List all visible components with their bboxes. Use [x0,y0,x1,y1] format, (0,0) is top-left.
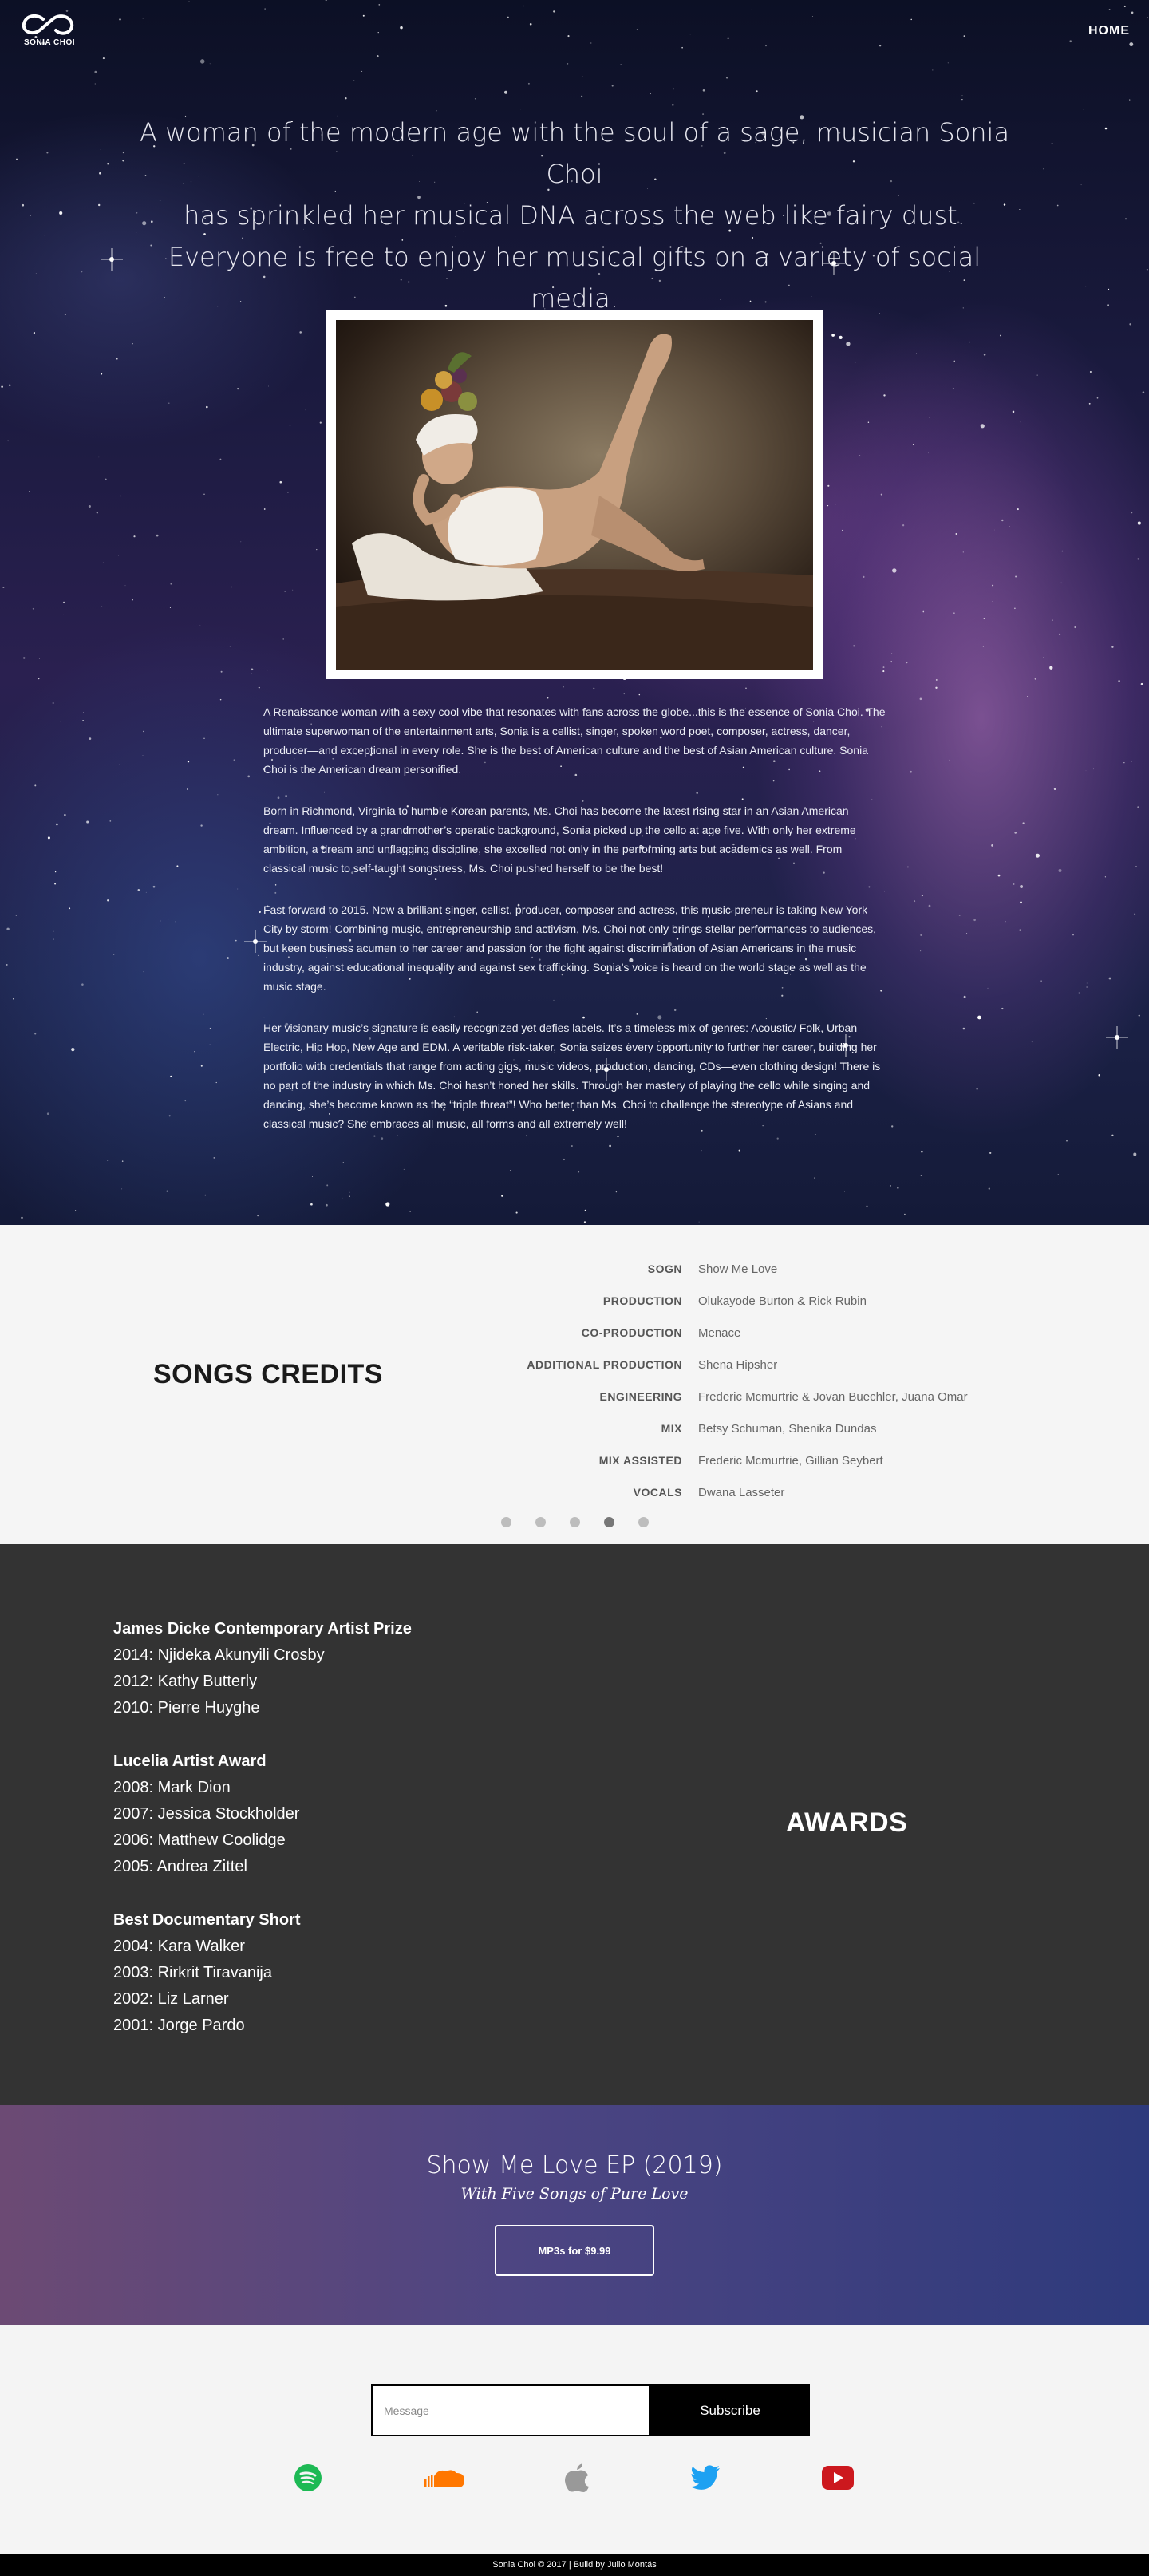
award-title: James Dicke Contemporary Artist Prize [113,1620,412,1638]
hero-intro-line: has sprinkled her musical DNA across the… [184,200,965,231]
bio-paragraph: Her visionary music’s signature is easil… [263,1021,881,1130]
award-group: Lucelia Artist Award 2008: Mark Dion 200… [113,1748,592,1880]
carousel-dot-1[interactable] [501,1517,511,1527]
carousel-dots [501,1517,649,1527]
nav-home-link[interactable]: HOME [1088,24,1130,38]
logo-mark-icon [22,14,74,35]
bio-paragraph: Fast forward to 2015. Now a brilliant si… [263,903,876,993]
credits-title: SONGS CREDITS [153,1359,383,1389]
credit-name: Frederic Mcmurtrie & Jovan Buechler, Jua… [698,1389,968,1404]
social-links [0,2460,1149,2500]
credit-role: VOCALS [633,1486,682,1499]
award-title: Best Documentary Short [113,1911,301,1929]
award-item: 2014: Njideka Akunyili Crosby [113,1646,325,1664]
credit-role: MIX [661,1422,682,1435]
credit-role: PRODUCTION [602,1294,682,1307]
credit-row: CO-PRODUCTION Menace [447,1317,1085,1349]
credit-name: Frederic Mcmurtrie, Gillian Seybert [698,1453,883,1468]
credit-name: Olukayode Burton & Rick Rubin [698,1294,867,1308]
awards-heading: AWARDS [786,1808,908,1838]
spotify-icon[interactable] [290,2460,326,2495]
credit-role: MIX ASSISTED [598,1454,682,1467]
credit-row: SOGN Show Me Love [447,1253,1085,1285]
footer: Sonia Choi © 2017 | Build by Julio Montá… [0,2554,1149,2576]
bio-text: A Renaissance woman with a sexy cool vib… [263,702,886,1156]
credit-role: ADDITIONAL PRODUCTION [527,1358,682,1371]
credit-row: MIX Betsy Schuman, Shenika Dundas [447,1412,1085,1444]
award-group: Best Documentary Short 2004: Kara Walker… [113,1907,592,2039]
artist-photo [336,320,813,670]
credit-role: SOGN [647,1262,682,1275]
twitter-icon[interactable] [688,2460,723,2495]
award-item: 2012: Kathy Butterly [113,1673,258,1690]
credit-name: Shena Hipsher [698,1357,778,1372]
awards-section: James Dicke Contemporary Artist Prize 20… [0,1544,1149,2105]
award-item: 2006: Matthew Coolidge [113,1831,286,1849]
hero-intro-line: Everyone is free to enjoy her musical gi… [168,242,981,314]
hero-intro-line: A woman of the modern age with the soul … [139,117,1010,189]
credit-role: ENGINEERING [599,1390,682,1403]
award-item: 2003: Rirkrit Tiravanija [113,1964,272,1981]
ep-title: Show Me Love EP (2019) [426,2151,723,2179]
ep-subtitle: With Five Songs of Pure Love [460,2185,689,2203]
message-input[interactable] [371,2384,650,2436]
credit-role: CO-PRODUCTION [581,1326,682,1339]
credit-name: Menace [698,1326,741,1340]
youtube-icon[interactable] [820,2460,855,2495]
logo[interactable]: SONIA CHOI [19,14,80,49]
hero-intro: A woman of the modern age with the soul … [136,112,1013,319]
artist-photo-frame [326,310,823,679]
soundcloud-icon[interactable] [423,2460,466,2495]
credits-table: SOGN Show Me Love PRODUCTION Olukayode B… [447,1253,1085,1508]
bio-paragraph: Born in Richmond, Virginia to humble Kor… [263,804,856,875]
bio-paragraph: A Renaissance woman with a sexy cool vib… [263,705,886,776]
credit-name: Show Me Love [698,1262,778,1276]
award-title: Lucelia Artist Award [113,1752,267,1770]
logo-text: SONIA CHOI [23,38,76,47]
award-item: 2010: Pierre Huyghe [113,1699,260,1717]
credit-row: MIX ASSISTED Frederic Mcmurtrie, Gillian… [447,1444,1085,1476]
subscribe-section: Subscribe [0,2325,1149,2554]
award-item: 2001: Jorge Pardo [113,2017,245,2034]
awards-list: James Dicke Contemporary Artist Prize 20… [113,1616,592,2066]
award-group: James Dicke Contemporary Artist Prize 20… [113,1616,592,1721]
credit-row: VOCALS Dwana Lasseter [447,1476,1085,1508]
carousel-dot-5[interactable] [638,1517,649,1527]
award-item: 2004: Kara Walker [113,1938,245,1955]
carousel-dot-2[interactable] [535,1517,546,1527]
subscribe-button[interactable]: Subscribe [650,2384,810,2436]
award-item: 2008: Mark Dion [113,1779,231,1796]
carousel-dot-3[interactable] [570,1517,580,1527]
award-item: 2007: Jessica Stockholder [113,1805,300,1823]
credit-name: Betsy Schuman, Shenika Dundas [698,1421,877,1436]
hero-section: SONIA CHOI HOME A woman of the modern ag… [0,0,1149,1225]
credits-section: SONGS CREDITS SOGN Show Me Love PRODUCTI… [0,1225,1149,1544]
credit-row: ENGINEERING Frederic Mcmurtrie & Jovan B… [447,1381,1085,1412]
award-item: 2002: Liz Larner [113,1990,229,2008]
carousel-dot-4[interactable] [604,1517,614,1527]
credit-name: Dwana Lasseter [698,1485,785,1499]
buy-mp3-button[interactable]: MP3s for $9.99 [495,2225,654,2276]
credit-row: ADDITIONAL PRODUCTION Shena Hipsher [447,1349,1085,1381]
award-item: 2005: Andrea Zittel [113,1858,247,1875]
apple-icon[interactable] [559,2460,594,2495]
subscribe-form: Subscribe [371,2384,810,2436]
credit-row: PRODUCTION Olukayode Burton & Rick Rubin [447,1285,1085,1317]
ep-section: Show Me Love EP (2019) With Five Songs o… [0,2105,1149,2325]
